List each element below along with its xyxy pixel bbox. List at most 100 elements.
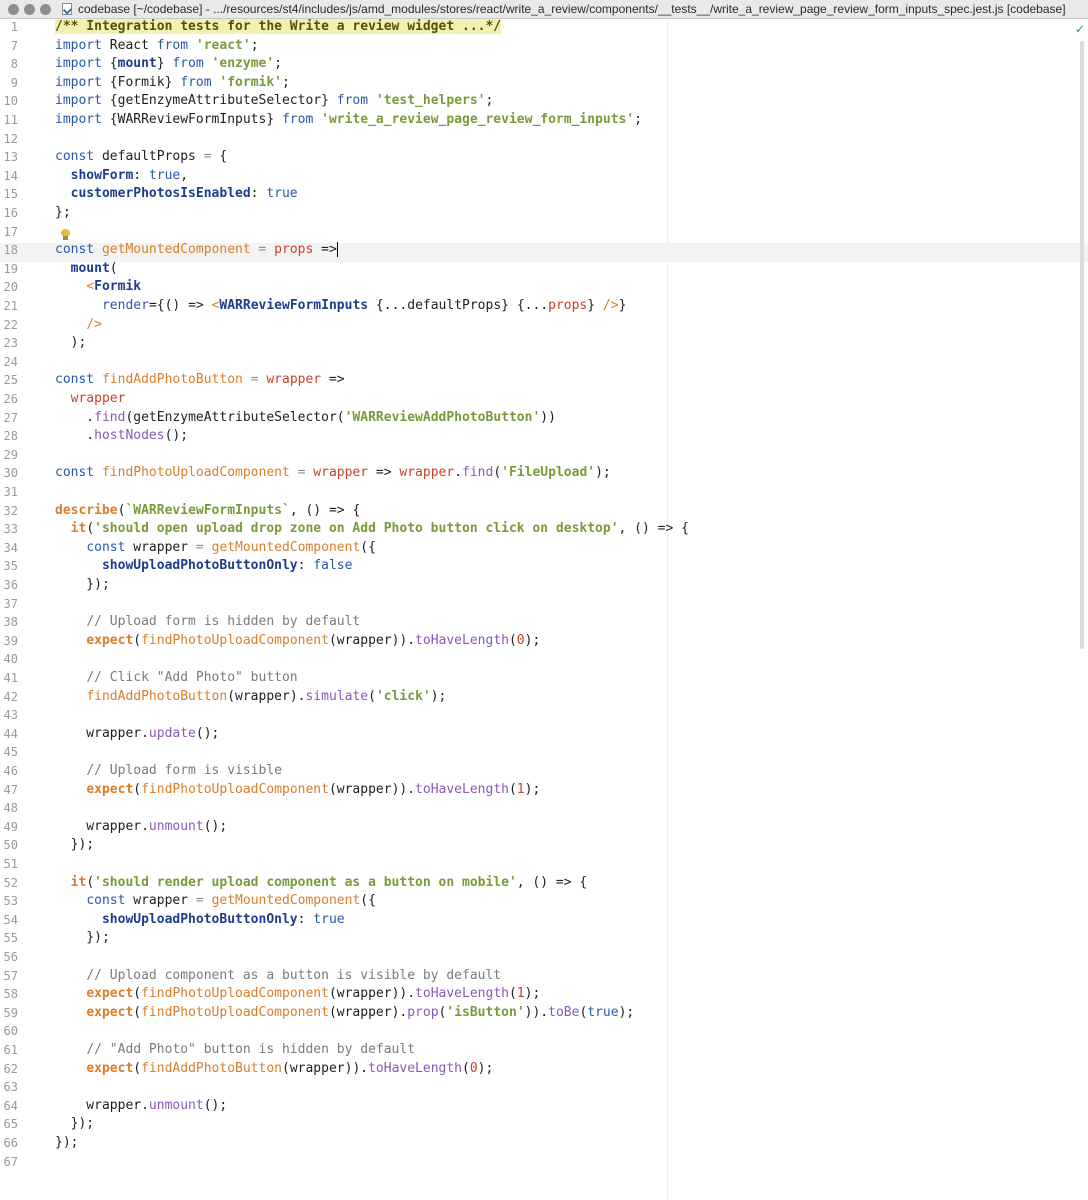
code-text: // Upload component as a button is visib… (55, 967, 501, 986)
code-line[interactable]: 30 const findPhotoUploadComponent = wrapp… (0, 464, 1080, 483)
code-line[interactable]: 51 (0, 855, 1080, 874)
code-line[interactable]: 39 expect(findPhotoUploadComponent(wrapp… (0, 632, 1080, 651)
code-line[interactable]: 62 expect(findAddPhotoButton(wrapper)).t… (0, 1060, 1080, 1079)
code-token: : (297, 911, 314, 927)
code-line[interactable]: 67 (0, 1153, 1080, 1172)
code-line[interactable]: 10 import {getEnzymeAttributeSelector} fr… (0, 92, 1080, 111)
code-line[interactable]: 8 import {mount} from 'enzyme'; (0, 55, 1080, 74)
code-token: )). (524, 1004, 549, 1020)
code-line[interactable]: 31 (0, 483, 1080, 502)
line-number: 58 (3, 987, 18, 1002)
code-line[interactable]: 29 (0, 446, 1080, 465)
code-line[interactable]: 32 describe(`WARReviewFormInputs`, () => … (0, 502, 1080, 521)
code-token: defaultProps (94, 149, 204, 165)
code-token: {...defaultProps} {... (368, 298, 549, 313)
code-line[interactable]: 35 showUploadPhotoButtonOnly: false (0, 557, 1080, 576)
close-window-button[interactable] (8, 4, 19, 15)
code-line[interactable]: 44 wrapper.update(); (0, 725, 1080, 744)
code-line[interactable]: 66}); (0, 1134, 1080, 1153)
line-number: 13 (3, 150, 18, 165)
code-text: /** Integration tests for the Write a re… (55, 18, 502, 37)
code-line[interactable]: 33 it('should open upload drop zone on A… (0, 520, 1080, 539)
code-token: from (172, 56, 204, 72)
code-line[interactable]: 17 (0, 223, 1080, 242)
code-line[interactable]: 48 (0, 799, 1080, 818)
code-token: {Formik} (101, 74, 181, 90)
code-line[interactable]: 42 findAddPhotoButton(wrapper).simulate(… (0, 688, 1080, 707)
code-token: toBe (548, 1004, 580, 1020)
code-line[interactable]: 25 const findAddPhotoButton = wrapper => (0, 371, 1080, 390)
code-line[interactable]: 41 // Click "Add Photo" button (0, 669, 1080, 688)
line-number: 49 (3, 819, 18, 834)
code-line[interactable]: 12 (0, 130, 1080, 149)
code-token: render (101, 298, 149, 313)
code-line[interactable]: 27 .find(getEnzymeAttributeSelector('WAR… (0, 409, 1080, 428)
code-line[interactable]: 34 const wrapper = getMountedComponent({ (0, 539, 1080, 558)
code-line[interactable]: 13 const defaultProps = { (0, 148, 1080, 167)
code-line[interactable]: 58 expect(findPhotoUploadComponent(wrapp… (0, 985, 1080, 1004)
vertical-scrollbar[interactable] (1080, 41, 1084, 649)
code-line[interactable]: 59 expect(findPhotoUploadComponent(wrapp… (0, 1004, 1080, 1023)
code-line[interactable]: 65 }); (0, 1115, 1080, 1134)
code-line[interactable]: 14 showForm: true, (0, 167, 1080, 186)
code-line[interactable]: 19 mount( (0, 260, 1080, 279)
code-line[interactable]: 56 (0, 948, 1080, 967)
code-line[interactable]: 50 }); (0, 836, 1080, 855)
window-title: codebase [~/codebase] - .../resources/st… (78, 2, 1066, 16)
code-line[interactable]: 60 (0, 1022, 1080, 1041)
file-icon (62, 3, 72, 15)
code-line[interactable]: 47 expect(findPhotoUploadComponent(wrapp… (0, 781, 1080, 800)
code-line[interactable]: 45 (0, 743, 1080, 762)
code-line[interactable]: 26 wrapper (0, 390, 1080, 409)
code-token: const (55, 465, 95, 481)
code-token: ; (634, 112, 643, 127)
code-text: }); (55, 1134, 78, 1153)
code-line[interactable]: 46 // Upload form is visible (0, 762, 1080, 781)
code-token: wrapper. (55, 818, 149, 834)
code-text: const findAddPhotoButton = wrapper => (55, 371, 345, 390)
code-line[interactable]: 21 render={() => <WARReviewFormInputs {.… (0, 297, 1080, 316)
code-line[interactable]: 43 (0, 706, 1080, 725)
code-line[interactable]: 53 const wrapper = getMountedComponent({ (0, 892, 1080, 911)
code-line[interactable]: 64 wrapper.unmount(); (0, 1097, 1080, 1116)
code-line[interactable]: 61 // "Add Photo" button is hidden by de… (0, 1041, 1080, 1060)
minimize-window-button[interactable] (24, 4, 35, 15)
code-line[interactable]: 24 (0, 353, 1080, 372)
code-line[interactable]: 16}; (0, 204, 1080, 223)
code-line[interactable]: 63 (0, 1078, 1080, 1097)
code-token: : (133, 167, 149, 183)
code-token: ={() => (148, 298, 212, 313)
code-text: expect(findPhotoUploadComponent(wrapper)… (55, 985, 540, 1004)
code-token: ); (55, 335, 87, 351)
code-line[interactable]: 55 }); (0, 929, 1080, 948)
code-line[interactable]: 38 // Upload form is hidden by default (0, 613, 1080, 632)
code-line[interactable]: 23 ); (0, 334, 1080, 353)
code-line[interactable]: 18 const getMountedComponent = props => (0, 241, 1080, 260)
code-editor[interactable]: ✓ 1/** Integration tests for the Write a… (0, 19, 1088, 1200)
code-line[interactable]: 22 /> (0, 316, 1080, 335)
code-line[interactable]: 57 // Upload component as a button is vi… (0, 967, 1080, 986)
code-line[interactable]: 1 /** Integration tests for the Write a r… (0, 18, 1080, 37)
code-line[interactable]: 49 wrapper.unmount(); (0, 818, 1080, 837)
code-line[interactable]: 40 (0, 650, 1080, 669)
code-line[interactable]: 54 showUploadPhotoButtonOnly: true (0, 911, 1080, 930)
zoom-window-button[interactable] (40, 4, 51, 15)
code-token: { (211, 149, 228, 165)
line-number: 47 (3, 782, 18, 797)
code-line[interactable]: 37 (0, 595, 1080, 614)
code-line[interactable]: 7 import React from 'react'; (0, 37, 1080, 56)
code-line[interactable]: 36 }); (0, 576, 1080, 595)
code-line[interactable]: 15 customerPhotosIsEnabled: true (0, 185, 1080, 204)
code-line[interactable]: 52 it('should render upload component as… (0, 874, 1080, 893)
code-token: ); (618, 1004, 635, 1020)
code-token: import (55, 93, 102, 109)
code-line[interactable]: 20 <Formik (0, 278, 1080, 297)
code-token: from (180, 74, 212, 90)
code-line[interactable]: 9 import {Formik} from 'formik'; (0, 74, 1080, 93)
code-token: false (313, 558, 353, 574)
code-line[interactable]: 11 import {WARReviewFormInputs} from 'wri… (0, 111, 1080, 130)
code-line[interactable]: 28 .hostNodes(); (0, 427, 1080, 446)
